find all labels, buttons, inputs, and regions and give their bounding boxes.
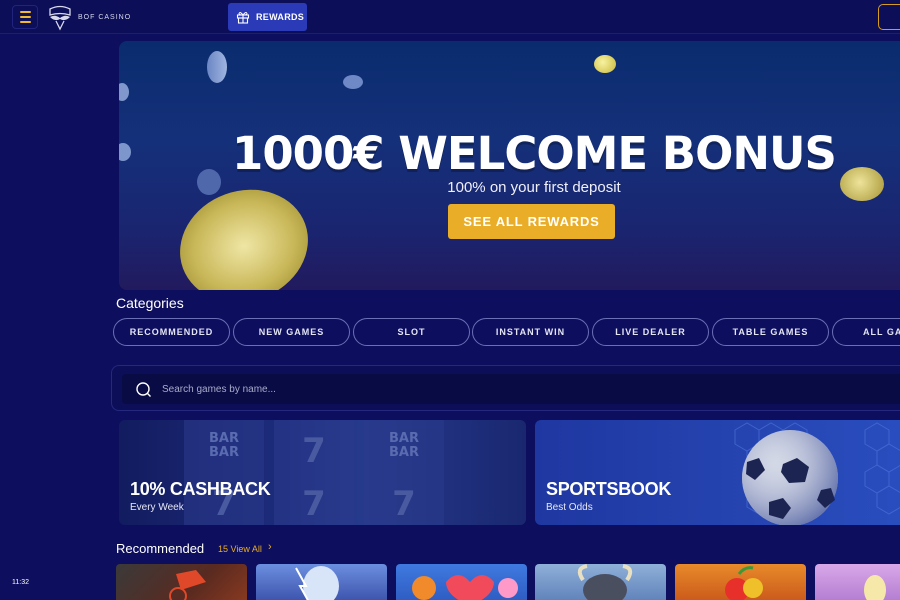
coin-decoration xyxy=(119,143,131,161)
game-thumbnail[interactable] xyxy=(535,564,666,600)
welcome-bonus-banner[interactable]: 1000€ WELCOME BONUS 100% on your first d… xyxy=(119,41,900,290)
rewards-label: REWARDS xyxy=(256,12,305,22)
logo-mustache-icon xyxy=(49,5,71,31)
svg-text:7: 7 xyxy=(302,484,326,524)
coin-decoration xyxy=(119,83,129,101)
candy-game-art xyxy=(412,575,518,600)
category-chip-live-dealer[interactable]: LIVE DEALER xyxy=(592,318,709,346)
gift-icon xyxy=(236,12,250,24)
logo[interactable]: BOF CASINO xyxy=(46,2,131,32)
motorbike-game-art xyxy=(169,570,206,600)
search-icon xyxy=(136,382,151,397)
search-input[interactable] xyxy=(162,374,862,404)
fruit-game-art xyxy=(725,566,763,600)
cashback-promo-card[interactable]: BAR BAR BAR BAR 7 7 7 7 10% CASHBACK Eve… xyxy=(119,420,526,525)
hero-subtitle: 100% on your first deposit xyxy=(447,179,621,196)
category-chip-new-games[interactable]: NEW GAMES xyxy=(233,318,350,346)
game-thumbnail[interactable] xyxy=(116,564,247,600)
logo-text: BOF CASINO xyxy=(78,13,132,21)
promo-title: SPORTSBOOK xyxy=(546,479,672,499)
view-all-link[interactable]: 15 View All xyxy=(218,544,262,554)
game-thumbnail[interactable] xyxy=(396,564,527,600)
hamburger-menu-icon[interactable] xyxy=(12,5,38,29)
category-chip-recommended[interactable]: RECOMMENDED xyxy=(113,318,230,346)
svg-text:BAR: BAR xyxy=(209,445,239,460)
promo-subtitle: Best Odds xyxy=(546,502,593,513)
svg-text:7: 7 xyxy=(392,484,416,524)
svg-text:BAR: BAR xyxy=(389,445,419,460)
category-chip-all-games[interactable]: ALL GAMES xyxy=(832,318,900,346)
game-thumbnail[interactable] xyxy=(815,564,900,600)
coin-decoration xyxy=(343,75,363,89)
svg-text:7: 7 xyxy=(302,431,326,471)
category-chip-table-games[interactable]: TABLE GAMES xyxy=(712,318,829,346)
promo-title: 10% CASHBACK xyxy=(130,479,271,499)
search-bar xyxy=(111,365,900,411)
clock-time: 11:32 xyxy=(12,579,29,586)
game-thumbnail[interactable] xyxy=(256,564,387,600)
egg-game-art xyxy=(864,575,886,600)
zeus-game-art xyxy=(295,566,339,600)
sportsbook-promo-card[interactable]: SPORTSBOOK Best Odds xyxy=(535,420,900,525)
category-chip-slot[interactable]: SLOT xyxy=(353,318,470,346)
chevron-right-icon[interactable]: › xyxy=(268,541,272,553)
coin-decoration xyxy=(207,51,227,83)
hero-title: 1000€ WELCOME BONUS xyxy=(232,127,837,180)
viking-game-art xyxy=(577,564,633,600)
promo-subtitle: Every Week xyxy=(130,502,184,513)
top-bar: BOF CASINO REWARDS xyxy=(0,0,900,34)
category-chip-instant-win[interactable]: INSTANT WIN xyxy=(472,318,589,346)
svg-text:BAR: BAR xyxy=(389,431,419,446)
categories-heading: Categories xyxy=(116,295,184,311)
search-field[interactable] xyxy=(122,374,900,404)
account-button[interactable] xyxy=(878,4,900,30)
rewards-button[interactable]: REWARDS xyxy=(228,3,307,31)
svg-text:BAR: BAR xyxy=(209,431,239,446)
see-all-rewards-button[interactable]: SEE ALL REWARDS xyxy=(448,204,615,239)
category-chip-row: RECOMMENDED NEW GAMES SLOT INSTANT WIN L… xyxy=(113,318,900,348)
game-thumbnail[interactable] xyxy=(675,564,806,600)
recommended-heading: Recommended xyxy=(116,541,205,556)
coin-decoration xyxy=(594,55,616,73)
